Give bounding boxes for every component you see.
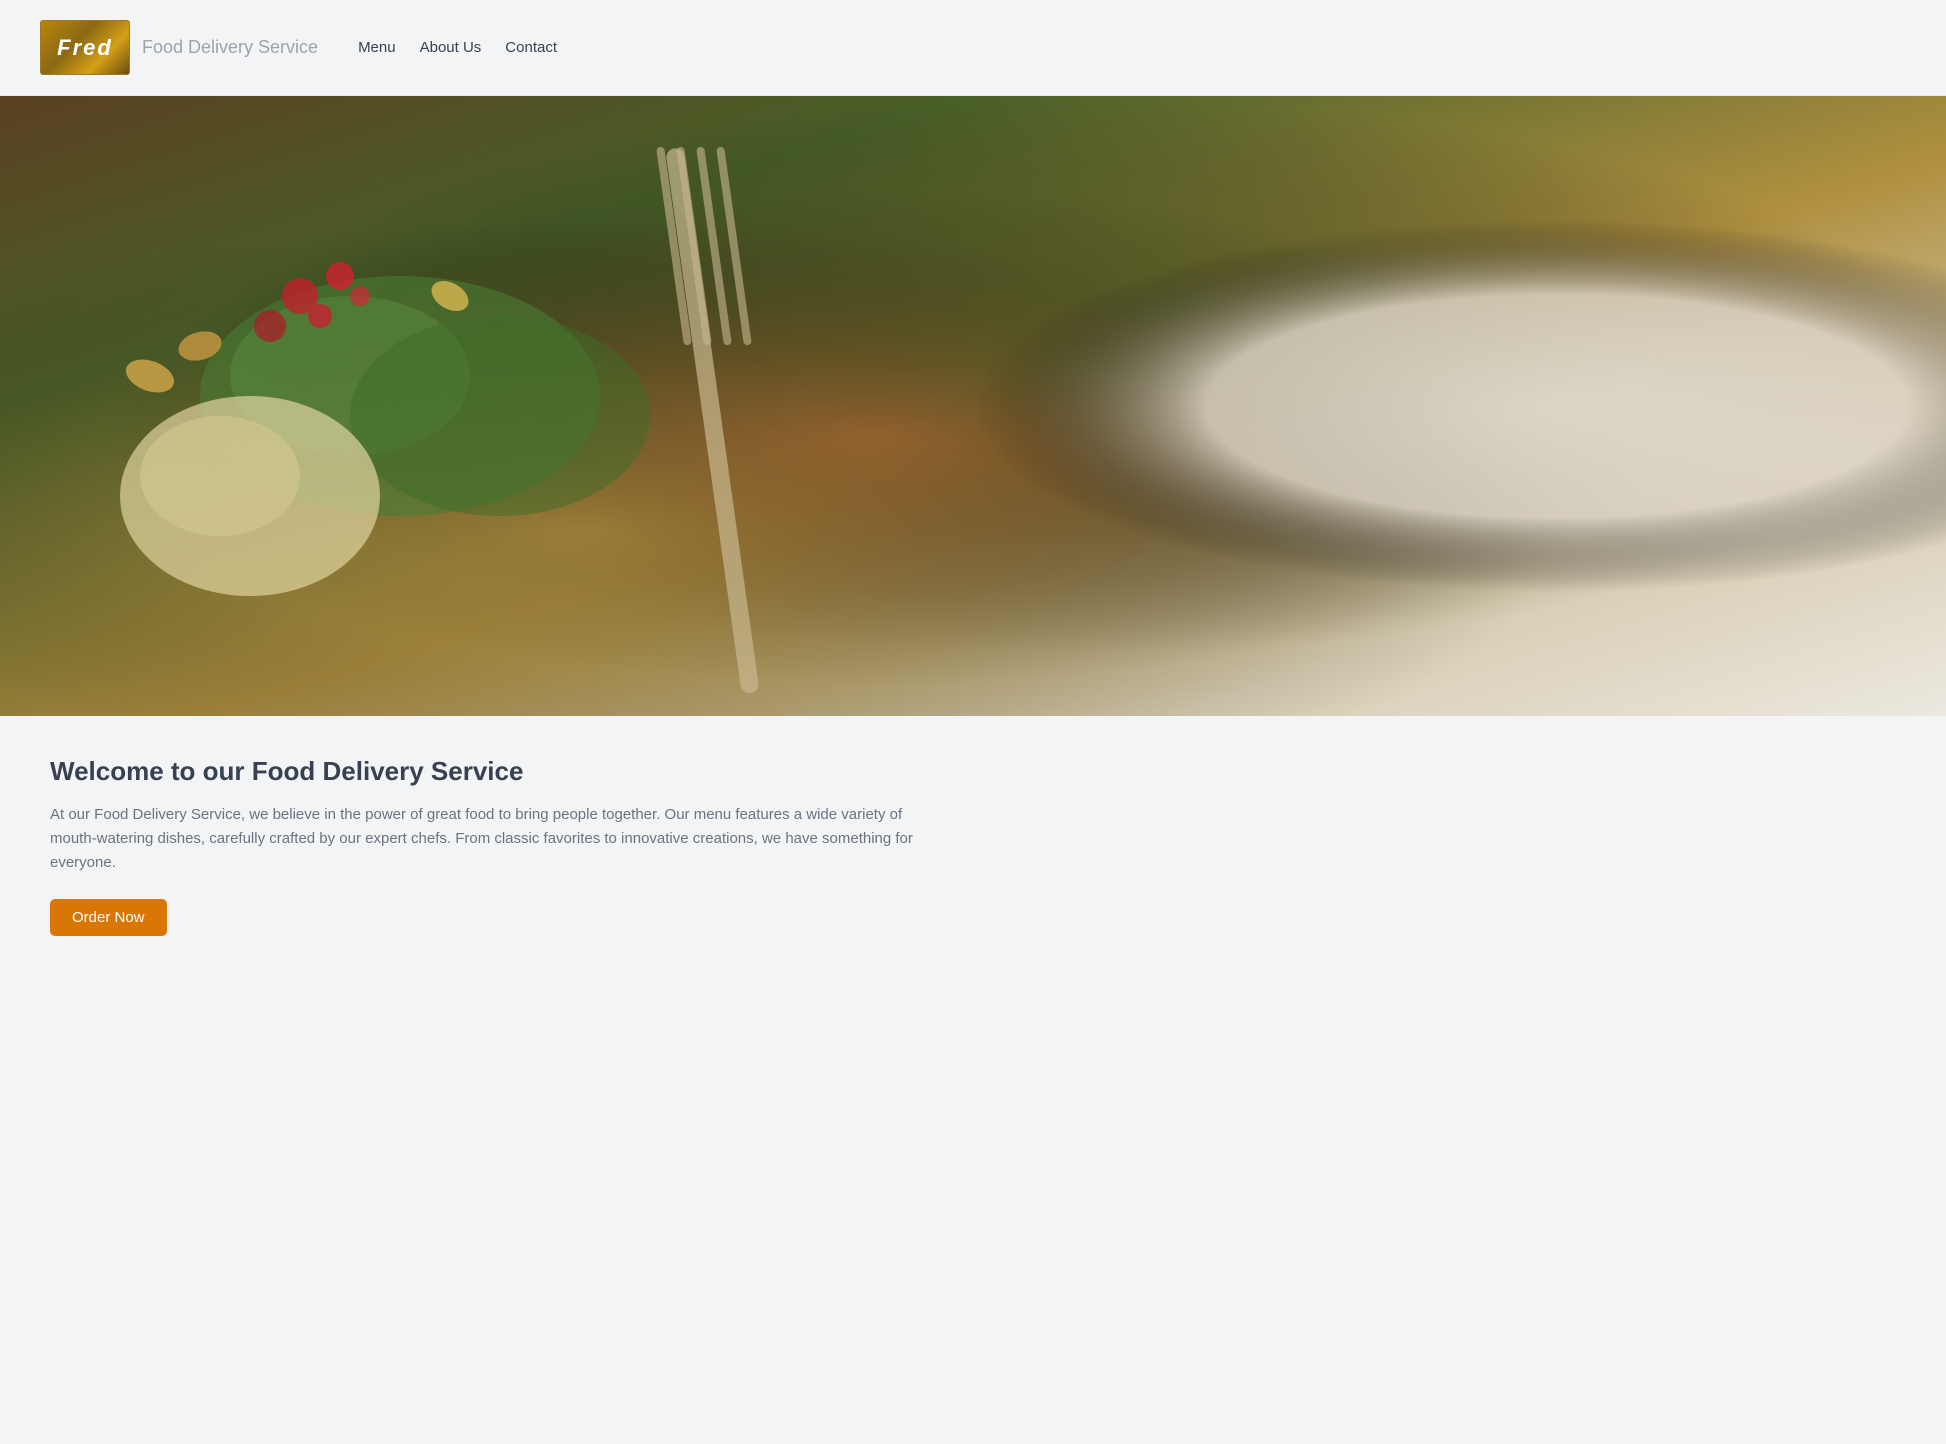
nav-item-about[interactable]: About Us xyxy=(420,39,482,56)
hero-svg xyxy=(0,96,1946,716)
site-title: Food Delivery Service xyxy=(142,37,318,58)
order-now-button[interactable]: Order Now xyxy=(50,899,167,936)
hero-image xyxy=(0,96,1946,716)
nav-item-menu[interactable]: Menu xyxy=(358,39,396,56)
welcome-text: At our Food Delivery Service, we believe… xyxy=(50,803,950,875)
logo-wrapper: Fred Food Delivery Service xyxy=(40,20,318,75)
hero-section xyxy=(0,96,1946,716)
site-header: Fred Food Delivery Service Menu About Us… xyxy=(0,0,1946,96)
main-content: Welcome to our Food Delivery Service At … xyxy=(0,716,1946,976)
logo-image: Fred xyxy=(40,20,130,75)
nav-item-contact[interactable]: Contact xyxy=(505,39,557,56)
welcome-title: Welcome to our Food Delivery Service xyxy=(50,756,1896,787)
logo-text: Fred xyxy=(57,35,113,61)
main-nav: Menu About Us Contact xyxy=(358,39,557,56)
